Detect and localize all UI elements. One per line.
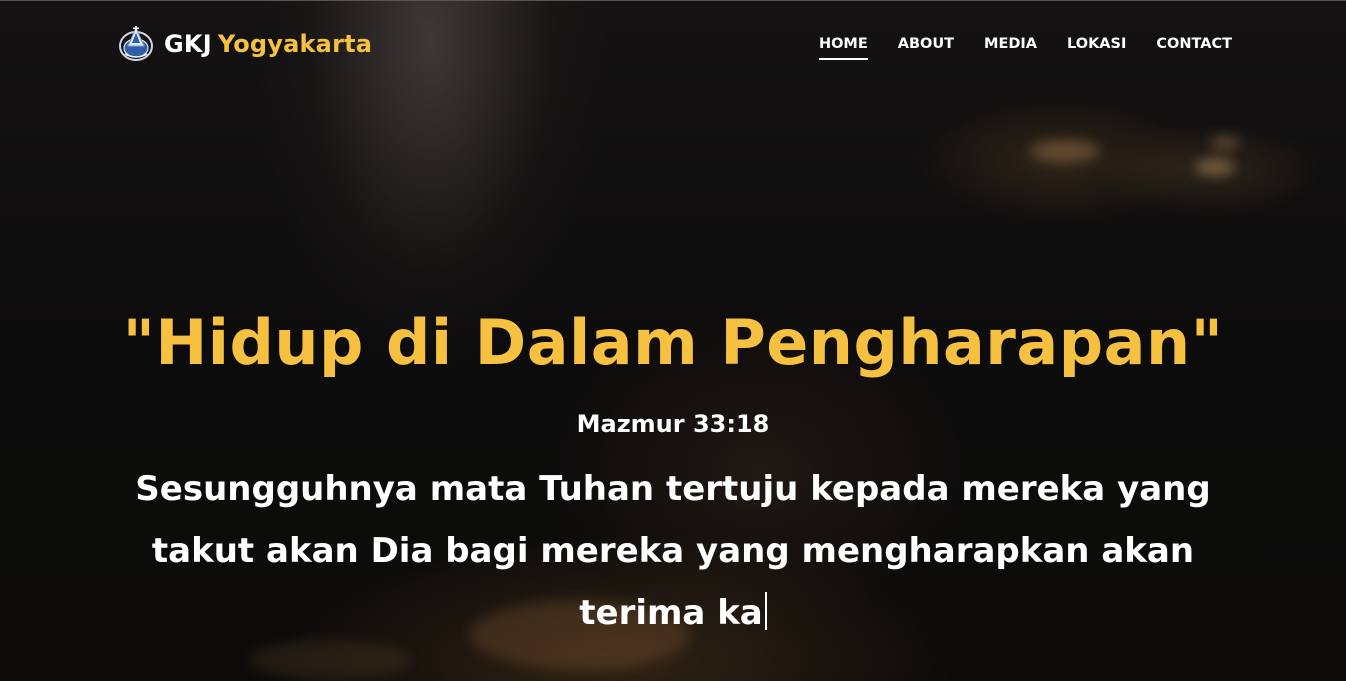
brand-name: GKJ Yogyakarta <box>164 30 372 58</box>
verse-text: Sesungguhnya mata Tuhan tertuju kepada m… <box>110 458 1236 644</box>
nav-item-contact: CONTACT <box>1156 33 1232 60</box>
stage-light-glow <box>1030 140 1100 162</box>
nav-item-media: MEDIA <box>984 33 1037 60</box>
nav-link-contact[interactable]: CONTACT <box>1156 36 1232 60</box>
nav-item-home: HOME <box>818 33 868 60</box>
nav-link-home[interactable]: HOME <box>818 36 868 60</box>
nav-link-media[interactable]: MEDIA <box>984 36 1037 60</box>
brand-link[interactable]: GKJ Yogyakarta <box>116 24 372 64</box>
crowd-silhouette-glow <box>250 640 410 680</box>
church-emblem-icon <box>119 26 153 61</box>
typing-cursor <box>764 592 767 630</box>
verse-reference: Mazmur 33:18 <box>576 410 770 438</box>
navbar: GKJ Yogyakarta HOME ABOUT MEDIA LOKASI CO… <box>0 0 1346 86</box>
stage-light-glow <box>1195 158 1235 176</box>
stage-light-glow <box>1210 135 1240 151</box>
nav-item-lokasi: LOKASI <box>1067 33 1126 60</box>
brand-name-primary: GKJ <box>164 30 212 58</box>
nav-link-about[interactable]: ABOUT <box>898 36 954 60</box>
brand-name-accent: Yogyakarta <box>217 30 373 58</box>
verse-text-content: Sesungguhnya mata Tuhan tertuju kepada m… <box>135 469 1211 633</box>
nav-item-about: ABOUT <box>898 33 954 60</box>
hero-headline: "Hidup di Dalam Pengharapan" <box>122 306 1224 379</box>
nav-link-lokasi[interactable]: LOKASI <box>1067 36 1126 60</box>
main-nav: HOME ABOUT MEDIA LOKASI CONTACT <box>818 33 1232 60</box>
